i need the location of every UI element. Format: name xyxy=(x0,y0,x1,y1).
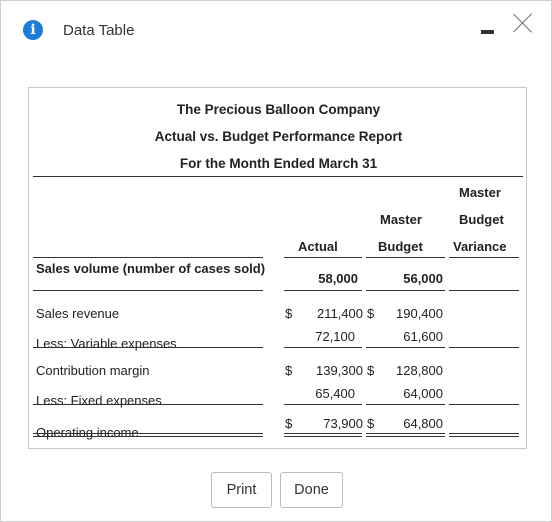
row-rule xyxy=(33,290,263,291)
variance-header-line1: Master xyxy=(459,185,501,200)
actual-header: Actual xyxy=(298,239,338,254)
budget-col-rule xyxy=(366,257,445,258)
sales-revenue-budget: 190,400 xyxy=(396,306,443,321)
fixed-expenses-label: Less: Fixed expenses xyxy=(36,393,162,408)
data-table-dialog: i Data Table The Precious Balloon Compan… xyxy=(0,0,552,522)
report-panel: The Precious Balloon Company Actual vs. … xyxy=(28,87,527,449)
row-rule xyxy=(284,347,362,348)
sales-revenue-label: Sales revenue xyxy=(36,306,120,321)
variance-header-line3: Variance xyxy=(453,239,507,254)
double-rule xyxy=(366,433,445,437)
currency-symbol: $ xyxy=(367,363,375,378)
company-name: The Precious Balloon Company xyxy=(176,102,381,117)
row-rule xyxy=(284,404,362,405)
currency-symbol: $ xyxy=(285,306,293,321)
double-rule xyxy=(449,433,519,437)
variable-expenses-label: Less: Variable expenses xyxy=(36,336,177,351)
row-rule xyxy=(366,290,445,291)
operating-income-budget: 64,800 xyxy=(403,416,443,431)
report-period: For the Month Ended March 31 xyxy=(179,156,378,171)
label-col-rule xyxy=(33,257,263,258)
double-rule xyxy=(33,433,263,437)
close-icon[interactable] xyxy=(513,13,533,33)
sales-volume-label: Sales volume (number of cases sold) xyxy=(36,261,266,276)
header-rule xyxy=(33,176,523,177)
sales-volume-budget: 56,000 xyxy=(403,271,443,286)
row-rule xyxy=(33,404,263,405)
row-rule xyxy=(449,347,519,348)
double-rule xyxy=(284,433,362,437)
budget-header-line1: Master xyxy=(380,212,422,227)
sales-revenue-actual: 211,400 xyxy=(316,306,363,321)
variable-expenses-budget: 61,600 xyxy=(403,329,443,344)
fixed-expenses-budget: 64,000 xyxy=(403,386,443,401)
row-rule xyxy=(449,290,519,291)
fixed-expenses-actual: 65,400 xyxy=(315,386,355,401)
print-button[interactable]: Print xyxy=(211,472,272,508)
report-title: Actual vs. Budget Performance Report xyxy=(154,129,403,144)
done-button[interactable]: Done xyxy=(280,472,343,508)
variance-header-line2: Budget xyxy=(459,212,504,227)
currency-symbol: $ xyxy=(285,416,293,431)
currency-symbol: $ xyxy=(285,363,293,378)
contribution-margin-label: Contribution margin xyxy=(36,363,150,378)
contribution-margin-budget: 128,800 xyxy=(396,363,443,378)
sales-volume-actual: 58,000 xyxy=(318,271,358,286)
operating-income-actual: 73,900 xyxy=(323,416,363,431)
contribution-margin-actual: 139,300 xyxy=(316,363,363,378)
row-rule xyxy=(366,347,445,348)
variance-col-rule xyxy=(449,257,519,258)
minimize-button[interactable] xyxy=(481,30,494,34)
row-rule xyxy=(366,404,445,405)
row-rule xyxy=(33,347,263,348)
budget-header-line2: Budget xyxy=(378,239,423,254)
variable-expenses-actual: 72,100 xyxy=(315,329,355,344)
info-icon: i xyxy=(23,20,43,40)
dialog-title: Data Table xyxy=(63,22,135,39)
row-rule xyxy=(449,404,519,405)
row-rule xyxy=(284,290,362,291)
currency-symbol: $ xyxy=(367,306,375,321)
actual-col-rule xyxy=(284,257,362,258)
currency-symbol: $ xyxy=(367,416,375,431)
